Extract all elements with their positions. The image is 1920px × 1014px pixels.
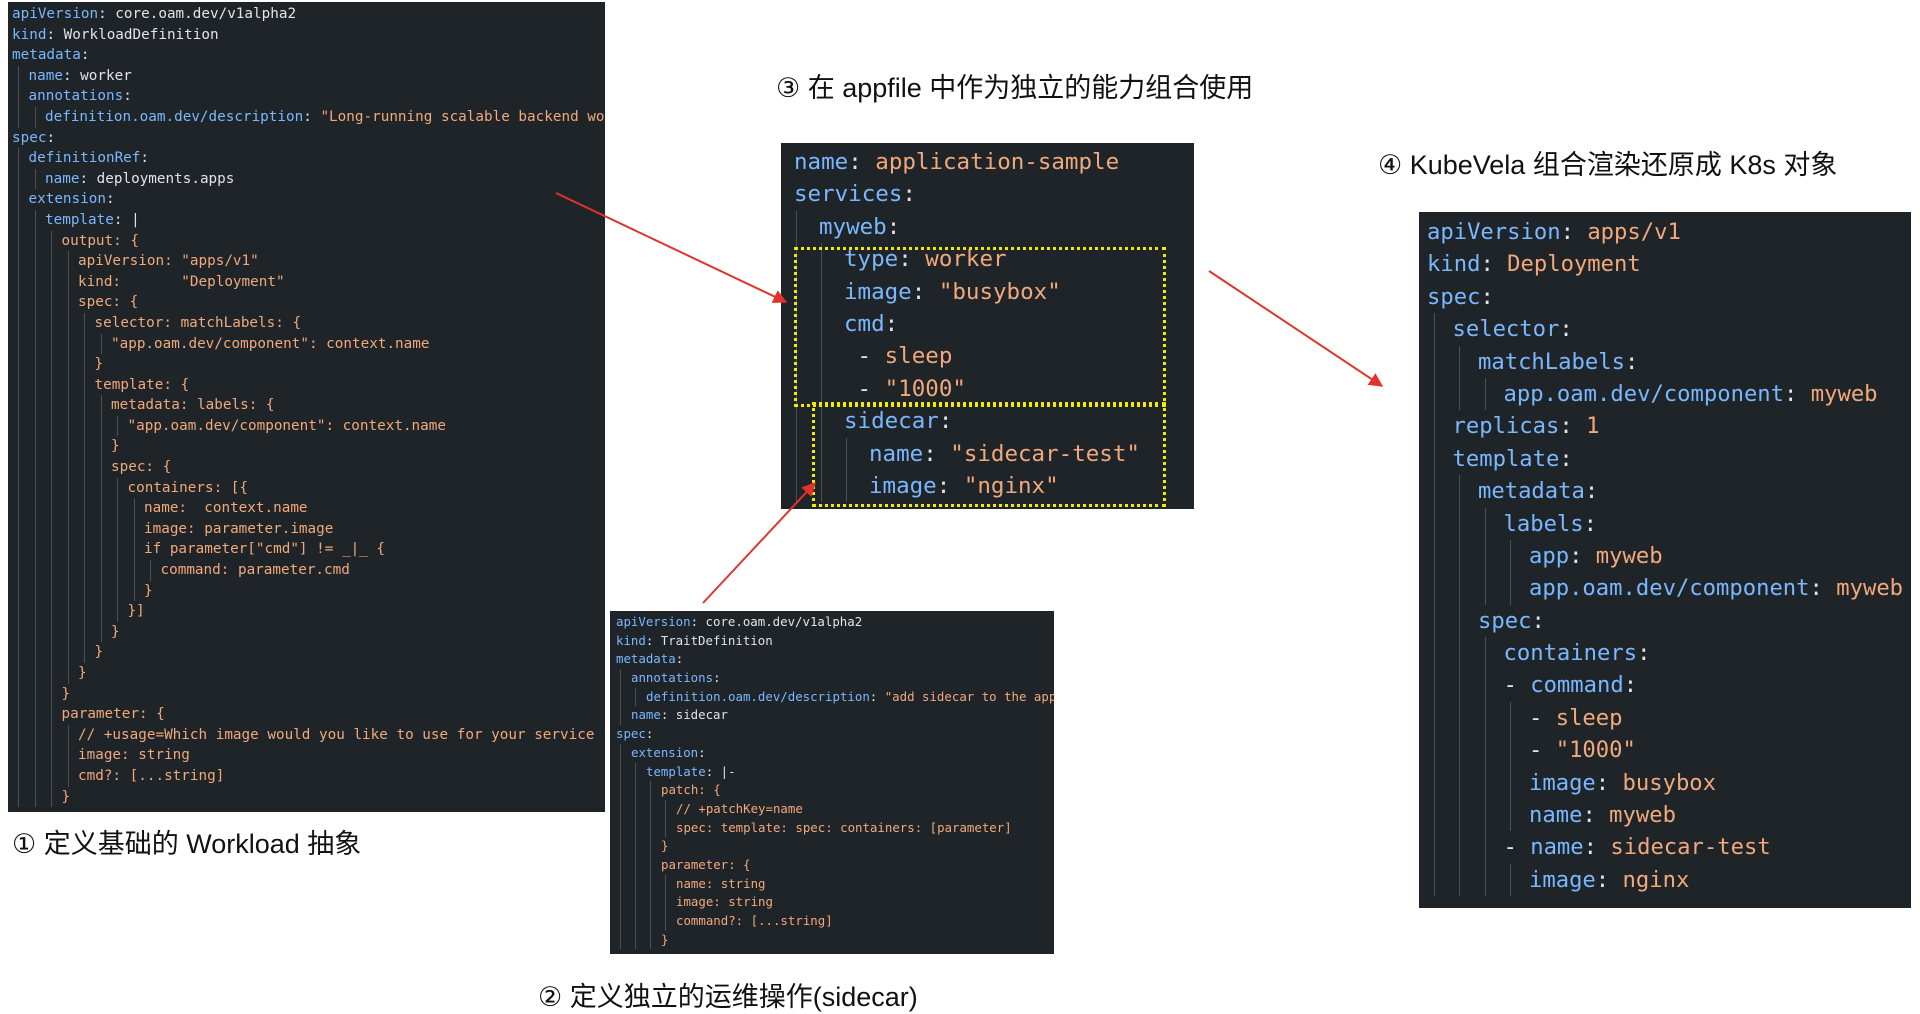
arrow-trait-to-appfile <box>702 481 816 604</box>
arrows-layer <box>555 192 1384 604</box>
arrow-workload-to-appfile <box>555 192 788 303</box>
arrow-appfile-to-k8s <box>1208 270 1384 387</box>
